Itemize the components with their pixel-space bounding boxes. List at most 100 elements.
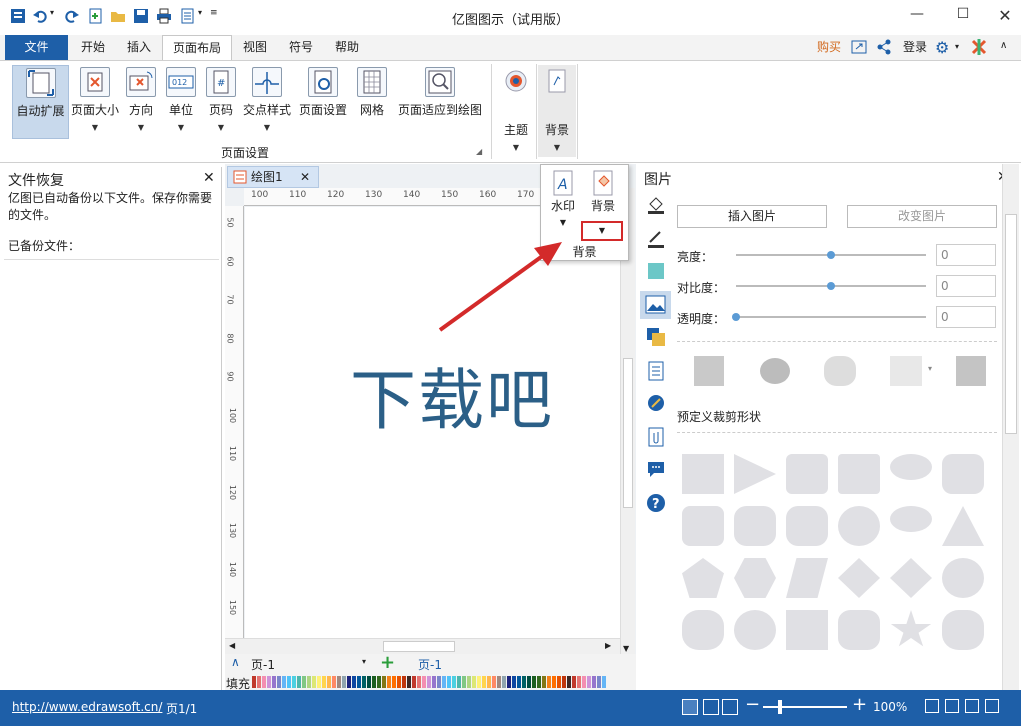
palette-swatch[interactable] (452, 676, 456, 688)
crop-shape[interactable] (890, 558, 932, 598)
tab-home[interactable]: 开始 (74, 35, 112, 60)
contrast-knob[interactable] (827, 282, 835, 290)
palette-swatch[interactable] (422, 676, 426, 688)
share-window-icon[interactable] (851, 39, 867, 58)
palette-swatch[interactable] (267, 676, 271, 688)
crop-shape[interactable] (682, 558, 724, 598)
page-number-button[interactable]: # 页码 ▼ (203, 65, 239, 132)
picture-icon[interactable] (640, 291, 671, 319)
tab-view[interactable]: 视图 (236, 35, 274, 60)
crop-shape[interactable] (890, 454, 932, 480)
palette-swatch[interactable] (357, 676, 361, 688)
palette-swatch[interactable] (407, 676, 411, 688)
help-icon[interactable]: ? (646, 493, 666, 513)
palette-swatch[interactable] (502, 676, 506, 688)
crop-shape[interactable] (682, 454, 724, 494)
palette-swatch[interactable] (347, 676, 351, 688)
full-screen-icon[interactable] (965, 699, 979, 713)
crop-shape[interactable] (734, 558, 776, 598)
insert-picture-button[interactable]: 插入图片 (677, 205, 827, 228)
page-list-icon[interactable] (646, 361, 666, 381)
scroll-left-icon[interactable]: ◀ (229, 641, 235, 650)
watermark-button[interactable]: A 水印 ▼ (547, 169, 579, 227)
background-popup-button[interactable]: 背景 (585, 169, 621, 214)
crop-shape[interactable] (942, 454, 984, 494)
units-button[interactable]: 012 单位 ▼ (163, 65, 199, 132)
palette-swatch[interactable] (467, 676, 471, 688)
palette-swatch[interactable] (327, 676, 331, 688)
palette-swatch[interactable] (547, 676, 551, 688)
palette-swatch[interactable] (362, 676, 366, 688)
palette-swatch[interactable] (417, 676, 421, 688)
palette-swatch[interactable] (527, 676, 531, 688)
palette-swatch[interactable] (477, 676, 481, 688)
orientation-button[interactable]: 方向 ▼ (123, 65, 159, 132)
horizontal-scrollbar[interactable]: ◀ ▶ (225, 638, 620, 654)
palette-swatch[interactable] (482, 676, 486, 688)
crossover-style-button[interactable]: 交点样式 ▼ (242, 65, 292, 132)
palette-swatch[interactable] (592, 676, 596, 688)
effect-vignette-icon[interactable] (760, 358, 790, 384)
palette-swatch[interactable] (567, 676, 571, 688)
palette-swatch[interactable] (332, 676, 336, 688)
palette-swatch[interactable] (277, 676, 281, 688)
share-icon[interactable] (876, 39, 892, 58)
crop-shape[interactable] (734, 454, 776, 494)
palette-swatch[interactable] (297, 676, 301, 688)
palette-swatch[interactable] (537, 676, 541, 688)
add-page-icon[interactable]: + (380, 652, 395, 673)
palette-swatch[interactable] (412, 676, 416, 688)
palette-swatch[interactable] (447, 676, 451, 688)
palette-swatch[interactable] (522, 676, 526, 688)
palette-swatch[interactable] (442, 676, 446, 688)
palette-swatch[interactable] (367, 676, 371, 688)
palette-swatch[interactable] (562, 676, 566, 688)
close-panel-icon[interactable]: ✕ (203, 170, 215, 186)
palette-swatch[interactable] (257, 676, 261, 688)
brightness-input[interactable]: 0 (936, 244, 996, 266)
palette-swatch[interactable] (262, 676, 266, 688)
palette-swatch[interactable] (517, 676, 521, 688)
palette-swatch[interactable] (352, 676, 356, 688)
palette-swatch[interactable] (587, 676, 591, 688)
palette-swatch[interactable] (512, 676, 516, 688)
grid-button[interactable]: 网格 (355, 65, 389, 118)
palette-swatch[interactable] (342, 676, 346, 688)
attachment-icon[interactable] (646, 427, 666, 447)
website-link[interactable]: http://www.edrawsoft.cn/ (12, 700, 162, 714)
page-setup-launcher-icon[interactable]: ◢ (476, 147, 482, 156)
palette-swatch[interactable] (487, 676, 491, 688)
tab-insert[interactable]: 插入 (120, 35, 158, 60)
crop-shape[interactable] (786, 610, 828, 650)
scroll-down-icon[interactable]: ▼ (623, 644, 629, 653)
fill-icon[interactable] (646, 194, 666, 214)
crop-shape[interactable] (734, 506, 776, 546)
background-button[interactable]: 背景 ▼ (538, 65, 576, 157)
picture-panel-scrollbar[interactable] (1002, 164, 1019, 690)
crop-shape[interactable] (682, 506, 724, 546)
contrast-input[interactable]: 0 (936, 275, 996, 297)
crop-shape[interactable] (838, 454, 880, 494)
palette-swatch[interactable] (507, 676, 511, 688)
palette-swatch[interactable] (437, 676, 441, 688)
palette-swatch[interactable] (432, 676, 436, 688)
page-size-button[interactable]: 页面大小 ▼ (70, 65, 120, 132)
settings-gear-icon[interactable]: ⚙ (935, 38, 949, 57)
transparency-slider[interactable] (736, 316, 926, 318)
zoom-slider-knob[interactable] (778, 700, 782, 714)
palette-swatch[interactable] (292, 676, 296, 688)
effect-grayscale-icon[interactable] (694, 356, 724, 386)
settings-dropdown-icon[interactable]: ▾ (955, 42, 959, 51)
shadow-icon[interactable] (646, 261, 666, 281)
page-list-up-icon[interactable]: ∧ (231, 655, 240, 669)
watermark-dropdown-icon[interactable]: ▼ (547, 218, 579, 227)
zoom-out-icon[interactable]: − (745, 694, 760, 715)
auto-expand-button[interactable]: 自动扩展 (12, 65, 69, 139)
tab-page-layout[interactable]: 页面布局 (162, 35, 232, 60)
palette-swatch[interactable] (392, 676, 396, 688)
normal-view-icon[interactable] (682, 699, 698, 715)
theme-button[interactable]: 主题 ▼ (498, 65, 534, 152)
hyperlink-icon[interactable] (646, 393, 666, 413)
maximize-button[interactable]: ☐ (948, 6, 978, 26)
presentation-view-icon[interactable] (722, 699, 738, 715)
